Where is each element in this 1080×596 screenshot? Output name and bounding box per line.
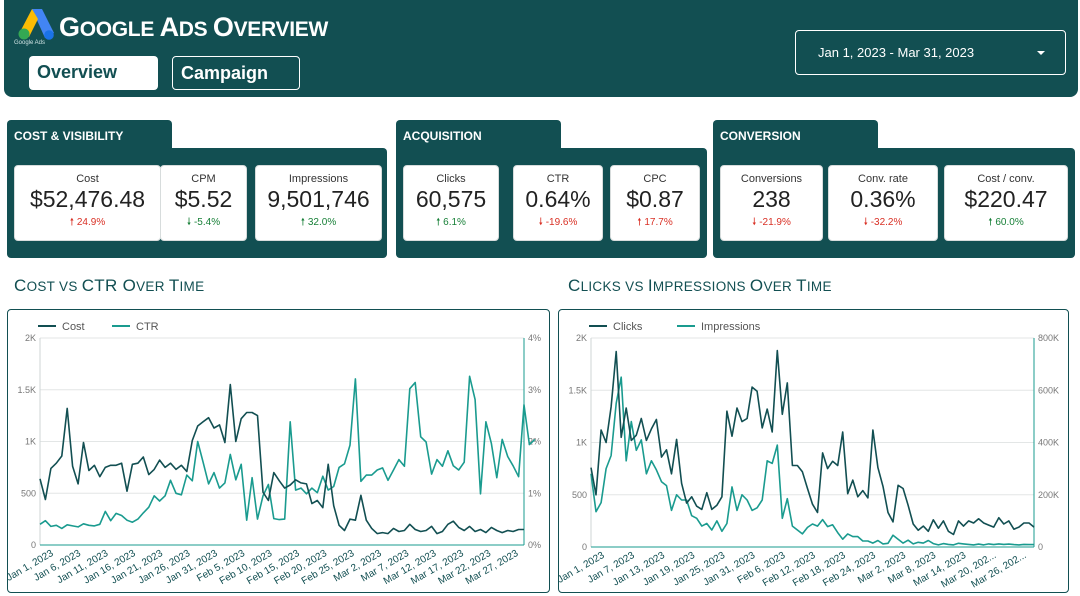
legend-label: Cost bbox=[62, 321, 85, 333]
y-left-tick-label: 1.5K bbox=[17, 385, 36, 395]
kpi-label: Clicks bbox=[436, 173, 466, 185]
kpi-value: 0.64% bbox=[525, 186, 591, 212]
kpi-value: $5.52 bbox=[174, 186, 233, 212]
kpi-delta: 🠕 6.1% bbox=[436, 217, 466, 228]
kpi-card-cpm: CPM $5.52 🠗 -5.4% bbox=[160, 165, 247, 241]
section-acquisition: ACQUISITION Clicks 60,575 🠕 6.1% CTR 0.6… bbox=[396, 120, 707, 258]
kpi-label: Conversions bbox=[740, 173, 803, 185]
kpi-card-conv-rate: Conv. rate 0.36% 🠗 -32.2% bbox=[828, 165, 938, 241]
kpi-label: CPC bbox=[643, 173, 667, 185]
date-range-picker[interactable]: Jan 1, 2023 - Mar 31, 2023 bbox=[795, 30, 1066, 75]
kpi-delta: 🠕 24.9% bbox=[69, 217, 106, 228]
section-title: CONVERSION bbox=[713, 120, 878, 152]
kpi-delta: 🠗 -19.6% bbox=[538, 217, 578, 228]
kpi-delta: 🠕 32.0% bbox=[300, 217, 337, 228]
kpi-value: 9,501,746 bbox=[267, 186, 370, 212]
y-left-tick-label: 0 bbox=[31, 540, 36, 550]
date-range-text: Jan 1, 2023 - Mar 31, 2023 bbox=[818, 45, 975, 60]
arrow-up-icon: 🠕 bbox=[69, 217, 75, 228]
chart-title-cost-ctr: COST VS CTR OVER TIME bbox=[14, 276, 205, 295]
kpi-card-impressions: Impressions 9,501,746 🠕 32.0% bbox=[255, 165, 382, 241]
chart-cost-ctr-svg: 05001K1.5K2K0%1%2%3%4%Jan 1, 2023Jan 6, … bbox=[8, 321, 541, 587]
y-right-tick-label: 1% bbox=[528, 488, 541, 498]
kpi-delta: 🠕 60.0% bbox=[988, 217, 1024, 228]
kpi-label: Conv. rate bbox=[858, 173, 908, 185]
kpi-card-ctr: CTR 0.64% 🠗 -19.6% bbox=[513, 165, 603, 241]
kpi-value: 238 bbox=[752, 186, 791, 212]
kpi-card-conversions: Conversions 238 🠗 -21.9% bbox=[720, 165, 823, 241]
series-line-ctr bbox=[39, 375, 536, 530]
y-left-tick-label: 500 bbox=[21, 488, 36, 498]
y-left-tick-label: 0 bbox=[582, 542, 587, 552]
kpi-card-clicks: Clicks 60,575 🠕 6.1% bbox=[403, 165, 499, 241]
kpi-delta: 🠗 -32.2% bbox=[863, 217, 903, 228]
arrow-up-icon: 🠕 bbox=[637, 217, 642, 228]
kpi-card-cost: Cost $52,476.48 🠕 24.9% bbox=[14, 165, 161, 241]
kpi-value: $220.47 bbox=[964, 186, 1048, 212]
arrow-up-icon: 🠕 bbox=[300, 217, 306, 228]
arrow-up-icon: 🠕 bbox=[988, 217, 993, 228]
chart-cost-ctr: 0 500 1K 1.5K 2K 0% 1% 2% 3% 4% Jan 1, 2023 Jan 6, … bbox=[7, 309, 550, 593]
kpi-value: 60,575 bbox=[415, 186, 487, 212]
kpi-label: Cost / conv. bbox=[977, 173, 1035, 185]
arrow-down-icon: 🠗 bbox=[752, 217, 757, 228]
kpi-card-cost-per-conv: Cost / conv. $220.47 🠕 60.0% bbox=[944, 165, 1068, 241]
kpi-label: Cost bbox=[76, 173, 99, 185]
legend-label: CTR bbox=[136, 321, 159, 333]
kpi-label: CTR bbox=[546, 173, 570, 185]
y-right-tick-label: 3% bbox=[528, 385, 541, 395]
kpi-delta: 🠗 -5.4% bbox=[186, 217, 221, 228]
y-right-tick-label: 4% bbox=[528, 333, 541, 343]
chevron-down-icon bbox=[1037, 51, 1045, 55]
nav-overview-button[interactable]: Overview bbox=[29, 56, 158, 90]
chart-clicks-impressions: 0 500 1K 1.5K 2K 0 200K 400K 600K 800K Jan 1, 2023… bbox=[558, 309, 1069, 593]
arrow-up-icon: 🠕 bbox=[436, 217, 441, 228]
y-right-tick-label: 0% bbox=[528, 540, 541, 550]
kpi-card-cpc: CPC $0.87 🠕 17.7% bbox=[610, 165, 700, 241]
y-left-tick-label: 1K bbox=[576, 438, 587, 448]
nav-campaign-button[interactable]: Campaign bbox=[172, 56, 300, 90]
kpi-label: CPM bbox=[191, 173, 216, 185]
section-title: COST & VISIBILITY bbox=[7, 120, 172, 152]
legend-label: Impressions bbox=[701, 321, 761, 333]
arrow-down-icon: 🠗 bbox=[186, 217, 192, 228]
arrow-down-icon: 🠗 bbox=[863, 217, 868, 228]
y-left-tick-label: 1K bbox=[25, 437, 36, 447]
y-right-tick-label: 200K bbox=[1038, 490, 1059, 500]
y-right-tick-label: 0 bbox=[1038, 542, 1043, 552]
section-title: ACQUISITION bbox=[396, 120, 561, 152]
y-right-tick-label: 600K bbox=[1038, 385, 1059, 395]
page-title: GOOGLE ADS OVERVIEW bbox=[59, 12, 328, 42]
y-right-tick-label: 800K bbox=[1038, 333, 1059, 343]
y-left-tick-label: 2K bbox=[25, 333, 36, 343]
arrow-down-icon: 🠗 bbox=[538, 217, 543, 228]
kpi-value: 0.36% bbox=[850, 186, 916, 212]
legend-label: Clicks bbox=[613, 321, 643, 333]
section-cost-visibility: COST & VISIBILITY Cost $52,476.48 🠕 24.9… bbox=[7, 120, 387, 258]
y-left-tick-label: 500 bbox=[572, 490, 587, 500]
kpi-delta: 🠕 17.7% bbox=[637, 217, 673, 228]
logo-caption: Google Ads bbox=[14, 40, 46, 46]
y-left-tick-label: 2K bbox=[576, 333, 587, 343]
header-bar: Google Ads GOOGLE ADS OVERVIEW Overview … bbox=[4, 0, 1078, 97]
kpi-label: Impressions bbox=[288, 173, 349, 185]
kpi-delta: 🠗 -21.9% bbox=[752, 217, 791, 228]
chart-clicks-impressions-svg: 05001K1.5K2K0200K400K600K800KJan 1, 2023… bbox=[559, 321, 1059, 590]
kpi-value: $52,476.48 bbox=[29, 186, 146, 212]
section-conversion: CONVERSION Conversions 238 🠗 -21.9% Conv… bbox=[713, 120, 1075, 258]
y-right-tick-label: 400K bbox=[1038, 438, 1059, 448]
y-left-tick-label: 1.5K bbox=[568, 385, 587, 395]
series-line-impressions bbox=[590, 376, 1034, 546]
chart-title-clicks-impressions: CLICKS VS IMPRESSIONS OVER TIME bbox=[568, 276, 832, 295]
kpi-value: $0.87 bbox=[626, 186, 684, 212]
